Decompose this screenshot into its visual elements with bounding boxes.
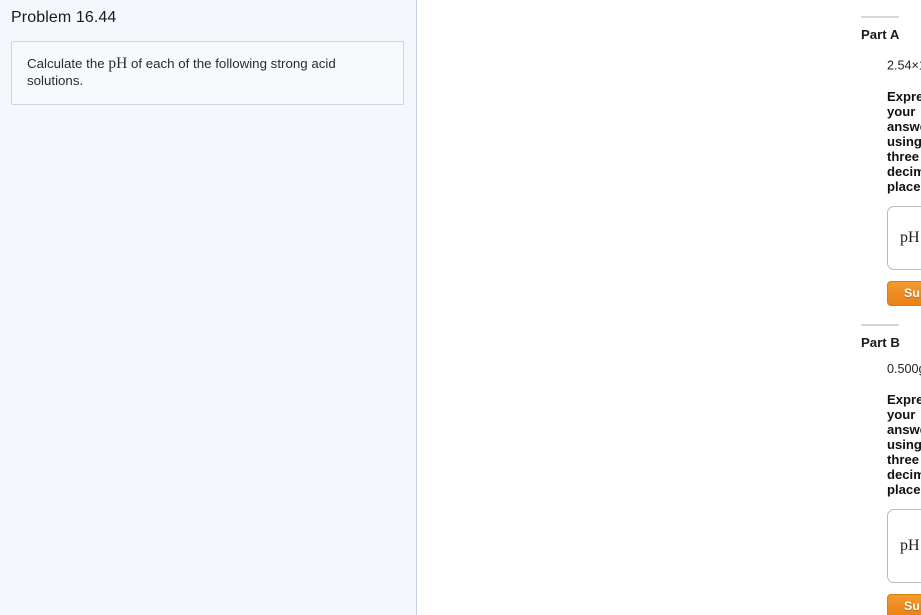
part-label-a: Part A: [861, 27, 900, 42]
part-label-b: Part B: [861, 334, 900, 350]
page-title: Problem 16.44: [11, 9, 117, 26]
part-divider-a: [861, 16, 899, 18]
question-text-a: 2.54×10−2M HNO3.: [887, 53, 921, 75]
problem-statement-box: Calculate the pH of each of the followin…: [11, 41, 404, 105]
page-root: Problem 16.44 Calculate the pH of each o…: [0, 0, 921, 615]
question-b-mass: 0.500g of: [887, 361, 921, 376]
instruction-a: Express your answer using three decimal …: [887, 88, 921, 194]
submit-row-a: Submit My Answers Give Up: [887, 280, 921, 308]
answer-box-b: pH = □√ αβ ΔΣ: [887, 508, 921, 583]
submit-button[interactable]: Submit: [887, 594, 921, 615]
problem-sidebar: Problem 16.44 Calculate the pH of each o…: [0, 0, 417, 615]
instruction-b: Express your answer using three decimal …: [887, 391, 921, 497]
parts-panel: Part A 2.54×10−2M HNO3. Express your ans…: [417, 0, 921, 615]
submit-button[interactable]: Submit: [887, 281, 921, 307]
question-a-coefficient: 2.54×10: [887, 58, 921, 73]
ph-label-b: pH =: [900, 536, 921, 554]
ph-label-a: pH =: [900, 228, 921, 246]
submit-row-b: Submit My Answers Give Up: [887, 593, 921, 615]
problem-text-ph: pH: [108, 55, 128, 72]
answer-box-a: pH = □√ αβ ΔΣ: [887, 205, 921, 270]
part-section-a: Part A 2.54×10−2M HNO3. Express your ans…: [417, 16, 921, 308]
question-text-b: 0.500g of HClO3 in 1.20L of solution.: [887, 361, 921, 378]
problem-text-prefix: Calculate the: [27, 56, 109, 71]
part-section-b: Part B 0.500g of HClO3 in 1.20L of solut…: [417, 323, 921, 615]
part-divider-b: [861, 323, 899, 326]
problem-statement-text: Calculate the pH of each of the followin…: [27, 55, 357, 89]
